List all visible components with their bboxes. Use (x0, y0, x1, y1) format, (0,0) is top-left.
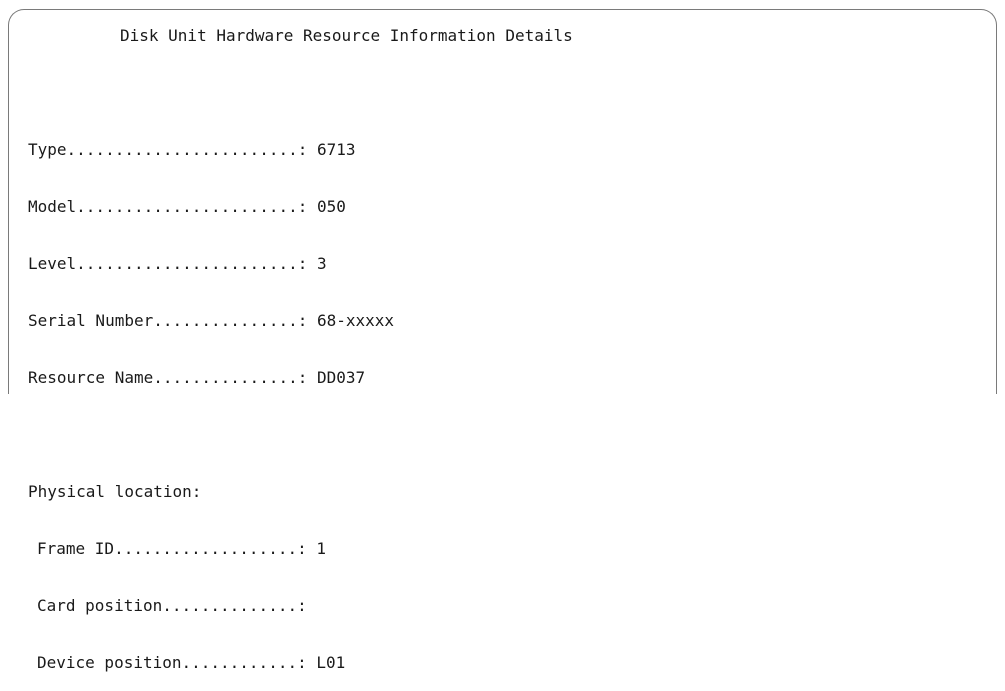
field-row-type: Type........................: 6713 (28, 140, 394, 159)
field-row-card-position: Card position..............: (28, 596, 394, 615)
field-row-serial-number: Serial Number...............: 68-xxxxx (28, 311, 394, 330)
field-label-resource-name: Resource Name...............: (28, 368, 308, 387)
field-label-device-position: Device position............: (37, 653, 307, 672)
field-value-level: 3 (317, 254, 327, 273)
field-label-serial-number: Serial Number...............: (28, 311, 308, 330)
field-row-level: Level.......................: 3 (28, 254, 394, 273)
screen-title: Disk Unit Hardware Resource Information … (120, 26, 573, 45)
field-label-model: Model.......................: (28, 197, 308, 216)
field-value-device-position: L01 (316, 653, 346, 672)
field-label-level: Level.......................: (28, 254, 308, 273)
details-panel: Type........................: 6713 Model… (28, 102, 394, 691)
field-label-card-position: Card position..............: (37, 596, 307, 615)
field-row-model: Model.......................: 050 (28, 197, 394, 216)
field-value-type: 6713 (317, 140, 356, 159)
field-value-frame-id: 1 (316, 539, 326, 558)
physical-location-heading: Physical location: (28, 482, 202, 501)
field-row-resource-name: Resource Name...............: DD037 (28, 368, 394, 387)
field-value-serial-number: 68-xxxxx (317, 311, 395, 330)
field-label-frame-id: Frame ID...................: (37, 539, 307, 558)
field-label-type: Type........................: (28, 140, 308, 159)
field-row-frame-id: Frame ID...................: 1 (28, 539, 394, 558)
field-row-device-position: Device position............: L01 (28, 653, 394, 672)
field-value-resource-name: DD037 (317, 368, 366, 387)
field-value-model: 050 (317, 197, 346, 216)
